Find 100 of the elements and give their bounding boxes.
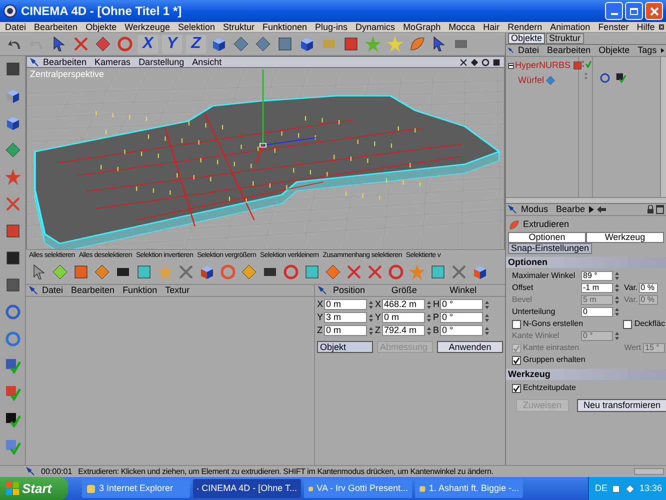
pin-icon[interactable] <box>508 205 517 214</box>
input-field[interactable]: 0 ° <box>440 299 483 310</box>
input-field[interactable]: -1 m <box>581 283 613 293</box>
menu-item[interactable]: Bearbe <box>552 205 590 214</box>
spinner-arrows-icon[interactable] <box>614 283 620 293</box>
more-arrow-icon[interactable] <box>589 206 594 213</box>
scrollbar[interactable] <box>634 468 664 475</box>
axis-lock-button[interactable]: Y <box>162 34 182 54</box>
input-field[interactable]: 792.4 m <box>382 325 425 336</box>
checkbox[interactable] <box>512 356 521 364</box>
menu-item[interactable]: Funktionen <box>258 22 312 32</box>
spinner-arrows-icon[interactable] <box>484 326 490 336</box>
expand-toggle[interactable] <box>508 62 514 68</box>
restore-button[interactable] <box>625 2 643 20</box>
menu-item[interactable]: Bearbeiten <box>39 58 91 66</box>
input-field[interactable]: 0 m <box>324 299 367 310</box>
axis-lock-button[interactable]: X <box>138 34 158 54</box>
attribute-tab[interactable]: Optionen <box>508 232 586 243</box>
check-icon[interactable] <box>4 411 22 429</box>
menu-item[interactable]: Struktur <box>218 22 258 32</box>
apply-button[interactable]: Anwenden <box>437 341 503 353</box>
attribute-tab[interactable]: Snap-Einstellungen <box>508 243 592 254</box>
menu-item[interactable]: Werkzeuge <box>120 22 174 32</box>
spinner-arrows-icon[interactable] <box>614 271 620 281</box>
input-field[interactable]: 0 % <box>638 283 658 293</box>
menu-item[interactable]: Mocca <box>444 22 480 32</box>
visibility-dots-icon[interactable] <box>584 72 588 80</box>
mode-dropdown[interactable]: Objekt <box>317 341 373 353</box>
taskbar-button[interactable]: 1. Ashanti ft. Biggie -... <box>415 479 523 498</box>
input-field[interactable]: 0 m <box>324 325 367 336</box>
menu-item[interactable]: Ansicht <box>188 58 226 66</box>
menu-item[interactable]: Bearbeiten <box>67 286 119 294</box>
cube-icon[interactable] <box>298 35 316 53</box>
coordinate-system-icon[interactable] <box>210 35 228 53</box>
input-field[interactable]: 0 m <box>382 312 425 323</box>
taskbar-button[interactable]: CINEMA 4D - [Ohne T... <box>193 479 301 498</box>
menu-item[interactable]: Bearbeiten <box>30 22 82 32</box>
leaf-icon[interactable] <box>408 35 426 53</box>
input-field[interactable]: 0 ° <box>440 325 483 336</box>
checkbox[interactable] <box>512 320 521 328</box>
menu-item[interactable]: Modus <box>517 205 552 214</box>
menu-item[interactable]: Objekte <box>82 22 121 32</box>
menu-item[interactable]: Datei <box>1 22 30 32</box>
menu-item[interactable]: Tags <box>634 46 661 55</box>
menu-item[interactable]: Selektion <box>174 22 219 32</box>
window-icon[interactable] <box>656 205 664 214</box>
spinner-arrows-icon[interactable] <box>614 331 620 341</box>
close-button[interactable] <box>645 2 663 20</box>
checkbox[interactable] <box>623 320 632 328</box>
visibility-dots-icon[interactable] <box>580 60 590 68</box>
menu-item[interactable]: Darstellung <box>134 58 188 66</box>
input-field[interactable]: 0 <box>581 307 613 317</box>
pin-icon[interactable] <box>318 286 327 294</box>
menu-item[interactable]: Bearbeiten <box>543 46 595 55</box>
panel-tab[interactable]: Objekte <box>508 33 546 44</box>
menu-item[interactable]: MoGraph <box>399 22 445 32</box>
spinner-arrows-icon[interactable] <box>368 312 374 322</box>
close-icon[interactable] <box>658 23 664 31</box>
rotate-icon[interactable] <box>481 58 490 66</box>
menu-item[interactable]: Datei <box>514 46 544 55</box>
menu-item[interactable]: Rendern <box>504 22 546 32</box>
taskbar-button[interactable]: 3 Internet Explorer <box>82 479 190 498</box>
pin-icon[interactable] <box>29 286 38 294</box>
menu-item[interactable]: Datei <box>38 286 68 294</box>
action-button[interactable]: Neu transformieren <box>576 398 666 412</box>
input-field[interactable]: 3 m <box>324 312 367 323</box>
minimize-button[interactable] <box>605 2 623 20</box>
menu-item[interactable]: Animation <box>546 22 594 32</box>
spinner-arrows-icon[interactable] <box>614 307 620 317</box>
spinner-arrows-icon[interactable] <box>614 295 620 305</box>
spinner-arrows-icon[interactable] <box>426 312 432 322</box>
menu-item[interactable]: Fenster <box>594 22 633 32</box>
pin-icon[interactable] <box>508 46 514 55</box>
spinner-arrows-icon[interactable] <box>368 326 374 336</box>
lock-icon[interactable] <box>647 205 654 214</box>
panel-tab[interactable]: Struktur <box>546 33 584 44</box>
taskbar-button[interactable]: VA - Irv Gotti Present... <box>304 479 412 498</box>
scrollbar[interactable] <box>660 57 666 197</box>
input-field[interactable]: 89 ° <box>581 271 613 281</box>
menu-item[interactable]: Hilfe <box>632 22 659 32</box>
menu-item[interactable]: Dynamics <box>352 22 400 32</box>
checkbox[interactable] <box>512 384 521 392</box>
cube-icon[interactable] <box>471 263 489 281</box>
axis-lock-button[interactable]: Z <box>186 34 206 54</box>
menu-item[interactable]: Kameras <box>90 58 135 66</box>
start-button[interactable]: Start <box>0 477 68 500</box>
spinner-arrows-icon[interactable] <box>484 300 490 310</box>
check-icon[interactable] <box>4 384 22 402</box>
menu-item[interactable]: Hair <box>479 22 504 32</box>
window-icon[interactable] <box>492 58 501 66</box>
spinner-arrows-icon[interactable] <box>484 312 490 322</box>
menu-item[interactable]: Textur <box>161 286 194 294</box>
check-icon[interactable] <box>4 438 22 456</box>
spinner-arrows-icon[interactable] <box>426 300 432 310</box>
more-arrow-icon[interactable] <box>660 47 664 54</box>
back-arrow-icon[interactable] <box>597 206 606 213</box>
input-field[interactable]: 468.2 m <box>382 299 425 310</box>
menu-item[interactable]: Objekte <box>594 46 634 55</box>
menu-item[interactable]: Funktion <box>118 286 162 294</box>
menu-item[interactable]: Plug-ins <box>311 22 352 32</box>
